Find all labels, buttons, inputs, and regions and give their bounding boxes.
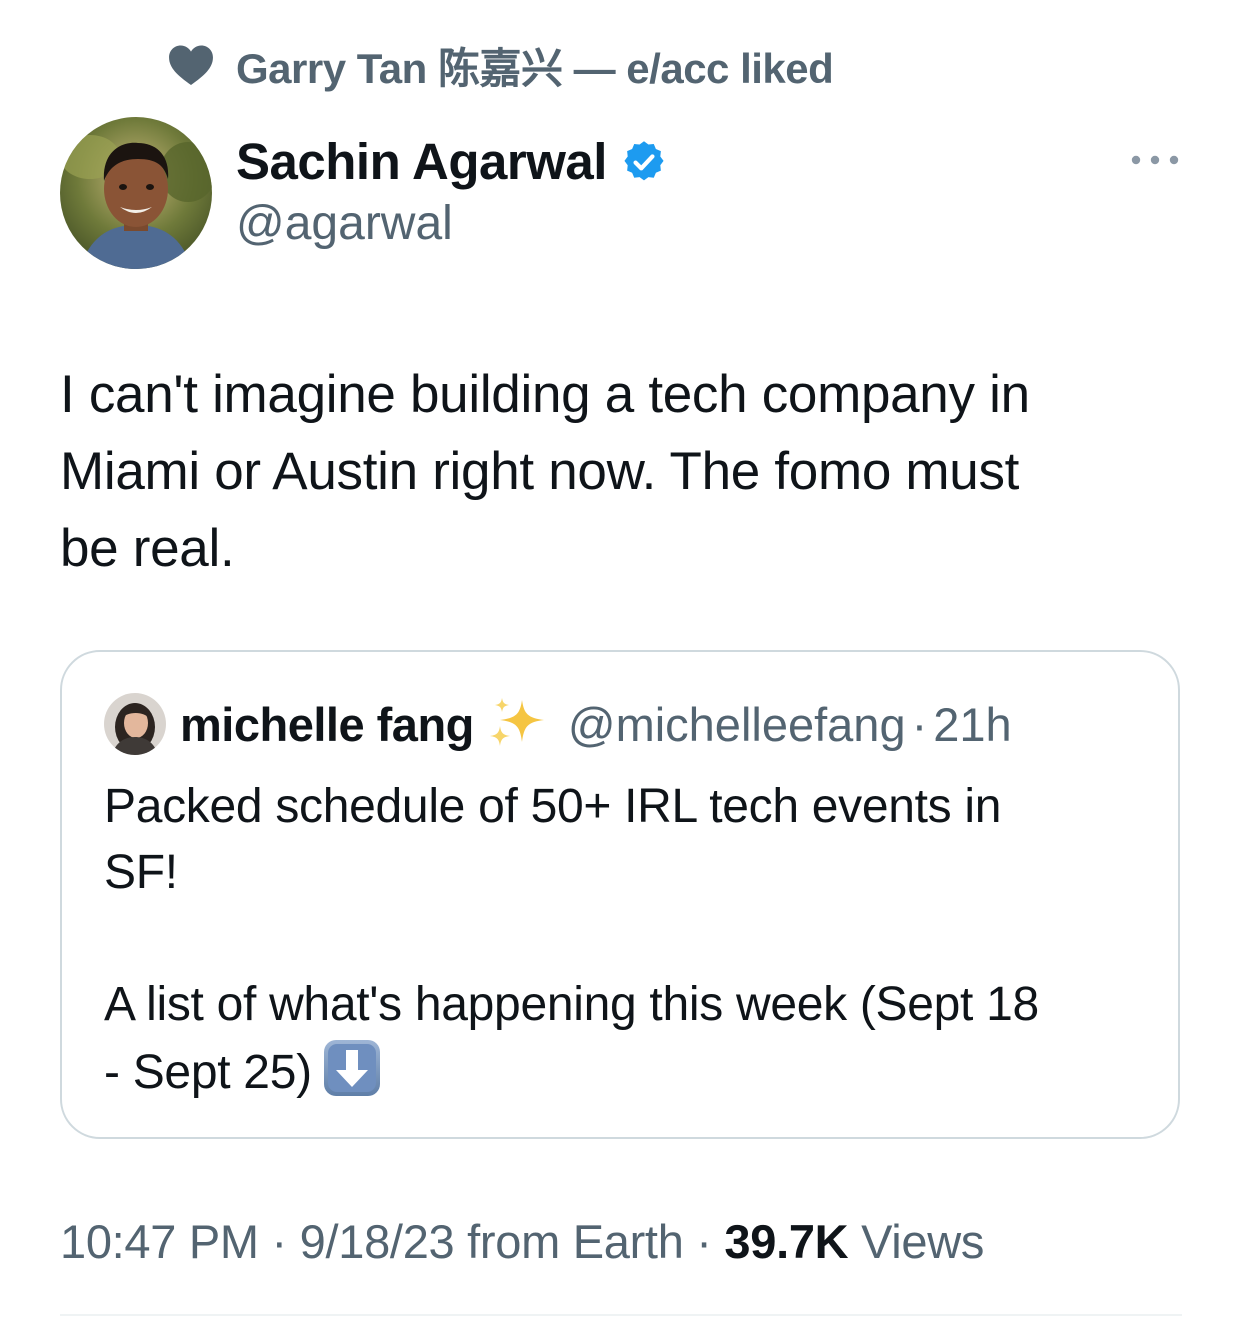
- quoted-tweet-header: michelle fang @michelleefang · 21h: [104, 692, 1012, 756]
- author-avatar[interactable]: [60, 117, 212, 269]
- social-context: Garry Tan 陈嘉兴 — e/acc liked: [168, 38, 834, 92]
- quoted-tweet-text: Packed schedule of 50+ IRL tech events i…: [104, 774, 1144, 1106]
- quoted-text-line: A list of what's happening this week (Se…: [104, 978, 1039, 1031]
- quoted-text-line-last: - Sept 25): [104, 1038, 1144, 1106]
- tweet-text-line: Miami or Austin right now. The fomo must: [60, 442, 1020, 501]
- quoted-tweet-time[interactable]: 21h: [933, 697, 1011, 752]
- liked-by-text[interactable]: Garry Tan 陈嘉兴 — e/acc liked: [236, 35, 834, 96]
- divider: [60, 1314, 1182, 1316]
- author-name-text[interactable]: Sachin Agarwal: [236, 132, 607, 191]
- tweet-source: from Earth: [454, 1215, 684, 1268]
- quoted-author-handle[interactable]: @michelleefang: [568, 697, 906, 752]
- tweet-meta: 10:47 PM · 9/18/23 from Earth · 39.7K Vi…: [60, 1214, 984, 1269]
- separator-dot: ·: [258, 1215, 300, 1268]
- separator-dot: ·: [911, 697, 928, 751]
- tweet-text: I can't imagine building a tech company …: [60, 356, 1190, 587]
- separator-dot: ·: [683, 1215, 725, 1268]
- verified-badge-icon[interactable]: [621, 139, 667, 185]
- more-options-icon[interactable]: [1130, 150, 1180, 170]
- author-name[interactable]: Sachin Agarwal: [236, 132, 667, 191]
- views-count[interactable]: 39.7K: [724, 1215, 848, 1268]
- tweet-text-line: be real.: [60, 519, 235, 578]
- quoted-tweet-card[interactable]: michelle fang @michelleefang · 21h Packe…: [60, 650, 1180, 1139]
- heart-icon: [169, 45, 213, 86]
- quoted-text-line: Packed schedule of 50+ IRL tech events i…: [104, 780, 1002, 833]
- down-arrow-icon: [323, 1040, 380, 1096]
- quoted-author-avatar[interactable]: [104, 693, 166, 755]
- views-label[interactable]: Views: [848, 1215, 984, 1268]
- author-handle[interactable]: @agarwal: [236, 196, 453, 251]
- quoted-text-line: - Sept 25): [104, 1046, 312, 1099]
- quoted-text-line: SF!: [104, 846, 178, 899]
- sparkles-icon: [489, 698, 544, 746]
- tweet-date[interactable]: 9/18/23: [300, 1215, 455, 1268]
- tweet-text-line: I can't imagine building a tech company …: [60, 365, 1030, 424]
- quoted-author-name[interactable]: michelle fang: [180, 697, 474, 752]
- tweet-time[interactable]: 10:47 PM: [60, 1215, 259, 1268]
